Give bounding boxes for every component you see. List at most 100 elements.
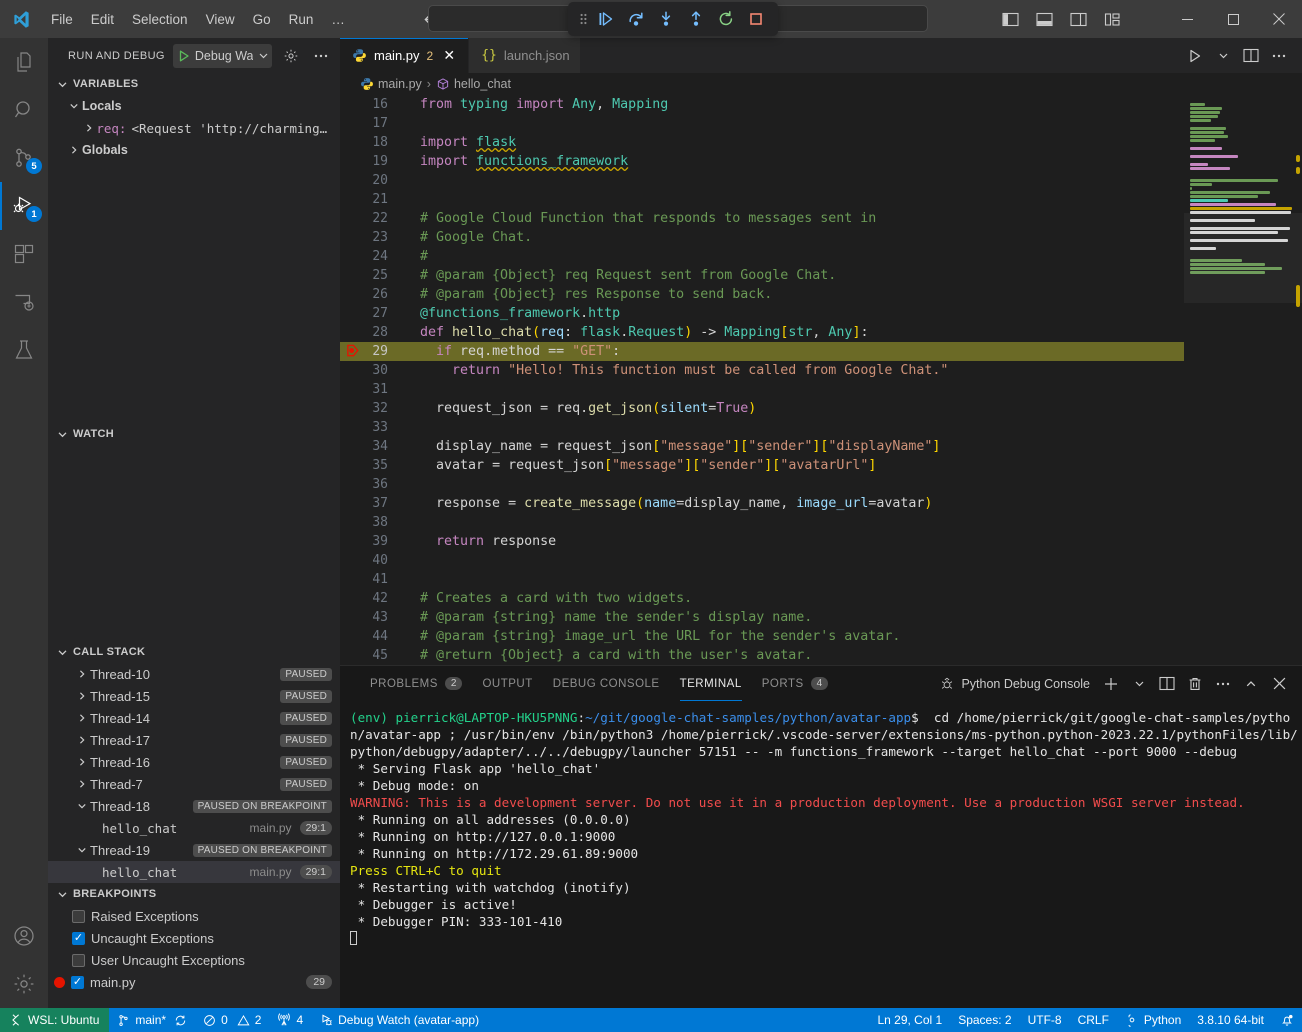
callstack-thread-row[interactable]: Thread-15 PAUSED: [48, 685, 340, 707]
launch-configuration-selector[interactable]: Debug Wa: [173, 44, 272, 68]
status-branch-indicator[interactable]: main*: [109, 1008, 195, 1032]
panel-tab-terminal[interactable]: TERMINAL: [670, 666, 752, 701]
split-terminal-button[interactable]: [1154, 671, 1180, 697]
customize-layout-icon[interactable]: [1098, 5, 1126, 33]
code-line[interactable]: 34 display_name = request_json["message"…: [340, 437, 1184, 456]
callstack-thread-row[interactable]: Thread-16 PAUSED: [48, 751, 340, 773]
status-python-interpreter[interactable]: 3.8.10 64-bit: [1189, 1008, 1272, 1032]
variable-row-req[interactable]: req: <Request 'http://charming-tro…: [48, 117, 340, 139]
watch-section-header[interactable]: WATCH: [48, 423, 340, 445]
toggle-primary-sidebar-icon[interactable]: [996, 5, 1024, 33]
maximize-panel-button[interactable]: [1238, 671, 1264, 697]
callstack-thread-row[interactable]: Thread-10 PAUSED: [48, 663, 340, 685]
code-line[interactable]: 24#: [340, 247, 1184, 266]
breakpoint-checkbox[interactable]: [72, 954, 85, 967]
panel-tab-debug-console[interactable]: DEBUG CONSOLE: [543, 666, 670, 701]
stop-button[interactable]: [742, 5, 770, 33]
menu-selection[interactable]: Selection: [123, 8, 197, 31]
chevron-down-icon[interactable]: [257, 49, 270, 62]
minimap[interactable]: [1184, 95, 1302, 665]
tab-launch-json[interactable]: {} launch.json: [469, 38, 580, 73]
code-line[interactable]: 19import functions_framework: [340, 152, 1184, 171]
panel-tab-problems[interactable]: PROBLEMS 2: [360, 666, 472, 701]
code-line[interactable]: 23# Google Chat.: [340, 228, 1184, 247]
status-debug-session-indicator[interactable]: Debug Watch (avatar-app): [311, 1008, 487, 1032]
code-line[interactable]: 44# @param {string} image_url the URL fo…: [340, 627, 1184, 646]
code-line[interactable]: 36: [340, 475, 1184, 494]
callstack-thread-row[interactable]: Thread-7 PAUSED: [48, 773, 340, 795]
sync-icon[interactable]: [174, 1014, 187, 1027]
close-panel-button[interactable]: [1266, 671, 1292, 697]
activitybar-item-source-control[interactable]: 5: [0, 134, 48, 182]
code-line[interactable]: 45# @return {Object} a card with the use…: [340, 646, 1184, 665]
status-encoding[interactable]: UTF-8: [1020, 1008, 1070, 1032]
menu-edit[interactable]: Edit: [82, 8, 123, 31]
code-line[interactable]: 38: [340, 513, 1184, 532]
debug-toolbar[interactable]: [568, 2, 778, 36]
step-over-button[interactable]: [622, 5, 650, 33]
menu-file[interactable]: File: [42, 8, 82, 31]
breadcrumb-item-symbol[interactable]: hello_chat: [436, 77, 511, 91]
panel-tab-output[interactable]: OUTPUT: [472, 666, 542, 701]
callstack-thread-row[interactable]: Thread-18 PAUSED ON BREAKPOINT: [48, 795, 340, 817]
menu-view[interactable]: View: [197, 8, 244, 31]
breakpoint-checkbox[interactable]: [71, 976, 84, 989]
code-line[interactable]: 41: [340, 570, 1184, 589]
activitybar-item-remote-explorer[interactable]: [0, 278, 48, 326]
debug-views-more-button[interactable]: [310, 45, 332, 67]
code-line[interactable]: 43# @param {string} name the sender's di…: [340, 608, 1184, 627]
code-line[interactable]: 27@functions_framework.http: [340, 304, 1184, 323]
status-eol[interactable]: CRLF: [1070, 1008, 1117, 1032]
code-line[interactable]: 32 request_json = req.get_json(silent=Tr…: [340, 399, 1184, 418]
code-line[interactable]: 37 response = create_message(name=displa…: [340, 494, 1184, 513]
step-into-button[interactable]: [652, 5, 680, 33]
breakpoints-section-header[interactable]: BREAKPOINTS: [48, 883, 340, 905]
activitybar-item-extensions[interactable]: [0, 230, 48, 278]
callstack-section-header[interactable]: CALL STACK: [48, 641, 340, 663]
code-line[interactable]: 33: [340, 418, 1184, 437]
restart-button[interactable]: [712, 5, 740, 33]
breakpoint-arrow-icon[interactable]: [346, 343, 361, 358]
code-line[interactable]: 21: [340, 190, 1184, 209]
tab-close-button[interactable]: ✕: [440, 47, 458, 65]
breakpoint-checkbox[interactable]: [72, 910, 85, 923]
toggle-secondary-sidebar-icon[interactable]: [1064, 5, 1092, 33]
variables-scope-locals[interactable]: Locals: [48, 95, 340, 117]
activitybar-item-explorer[interactable]: [0, 38, 48, 86]
code-lines[interactable]: 16from typing import Any, Mapping1718imp…: [340, 95, 1184, 665]
status-problems-indicator[interactable]: 0 2: [195, 1008, 269, 1032]
activitybar-item-run-and-debug[interactable]: 1: [0, 182, 48, 230]
tab-main-py[interactable]: main.py 2 ✕: [340, 38, 469, 73]
callstack-frame-row[interactable]: hello_chat main.py 29:1: [48, 861, 340, 883]
breakpoint-row-user-uncaught-exceptions[interactable]: User Uncaught Exceptions: [48, 949, 340, 971]
editor-actions-more-button[interactable]: [1266, 43, 1292, 69]
step-out-button[interactable]: [682, 5, 710, 33]
variables-scope-globals[interactable]: Globals: [48, 139, 340, 161]
activitybar-item-manage[interactable]: [0, 960, 48, 1008]
code-line[interactable]: 30 return "Hello! This function must be …: [340, 361, 1184, 380]
menu-more[interactable]: …: [322, 8, 354, 31]
open-launch-json-button[interactable]: [280, 45, 302, 67]
status-ports-indicator[interactable]: 4: [269, 1008, 311, 1032]
code-line[interactable]: 22# Google Cloud Function that responds …: [340, 209, 1184, 228]
split-editor-button[interactable]: [1238, 43, 1264, 69]
run-python-file-button[interactable]: [1182, 43, 1208, 69]
menu-go[interactable]: Go: [244, 8, 280, 31]
status-editor-position[interactable]: Ln 29, Col 1: [869, 1008, 950, 1032]
breakpoint-checkbox[interactable]: [72, 932, 85, 945]
activitybar-item-accounts[interactable]: [0, 912, 48, 960]
panel-tab-ports[interactable]: PORTS 4: [752, 666, 838, 701]
code-line[interactable]: 25# @param {Object} req Request sent fro…: [340, 266, 1184, 285]
breadcrumb-item-file[interactable]: main.py: [360, 77, 422, 91]
activitybar-item-testing[interactable]: [0, 326, 48, 374]
callstack-thread-row[interactable]: Thread-14 PAUSED: [48, 707, 340, 729]
status-remote-indicator[interactable]: WSL: Ubuntu: [0, 1008, 109, 1032]
breakpoint-row-uncaught-exceptions[interactable]: Uncaught Exceptions: [48, 927, 340, 949]
code-line[interactable]: 29 if req.method == "GET":: [340, 342, 1184, 361]
play-icon[interactable]: [177, 49, 191, 63]
code-line[interactable]: 18import flask: [340, 133, 1184, 152]
panel-more-actions-button[interactable]: [1210, 671, 1236, 697]
code-line[interactable]: 26# @param {Object} res Response to send…: [340, 285, 1184, 304]
callstack-thread-row[interactable]: Thread-17 PAUSED: [48, 729, 340, 751]
maximize-button[interactable]: [1210, 0, 1256, 38]
